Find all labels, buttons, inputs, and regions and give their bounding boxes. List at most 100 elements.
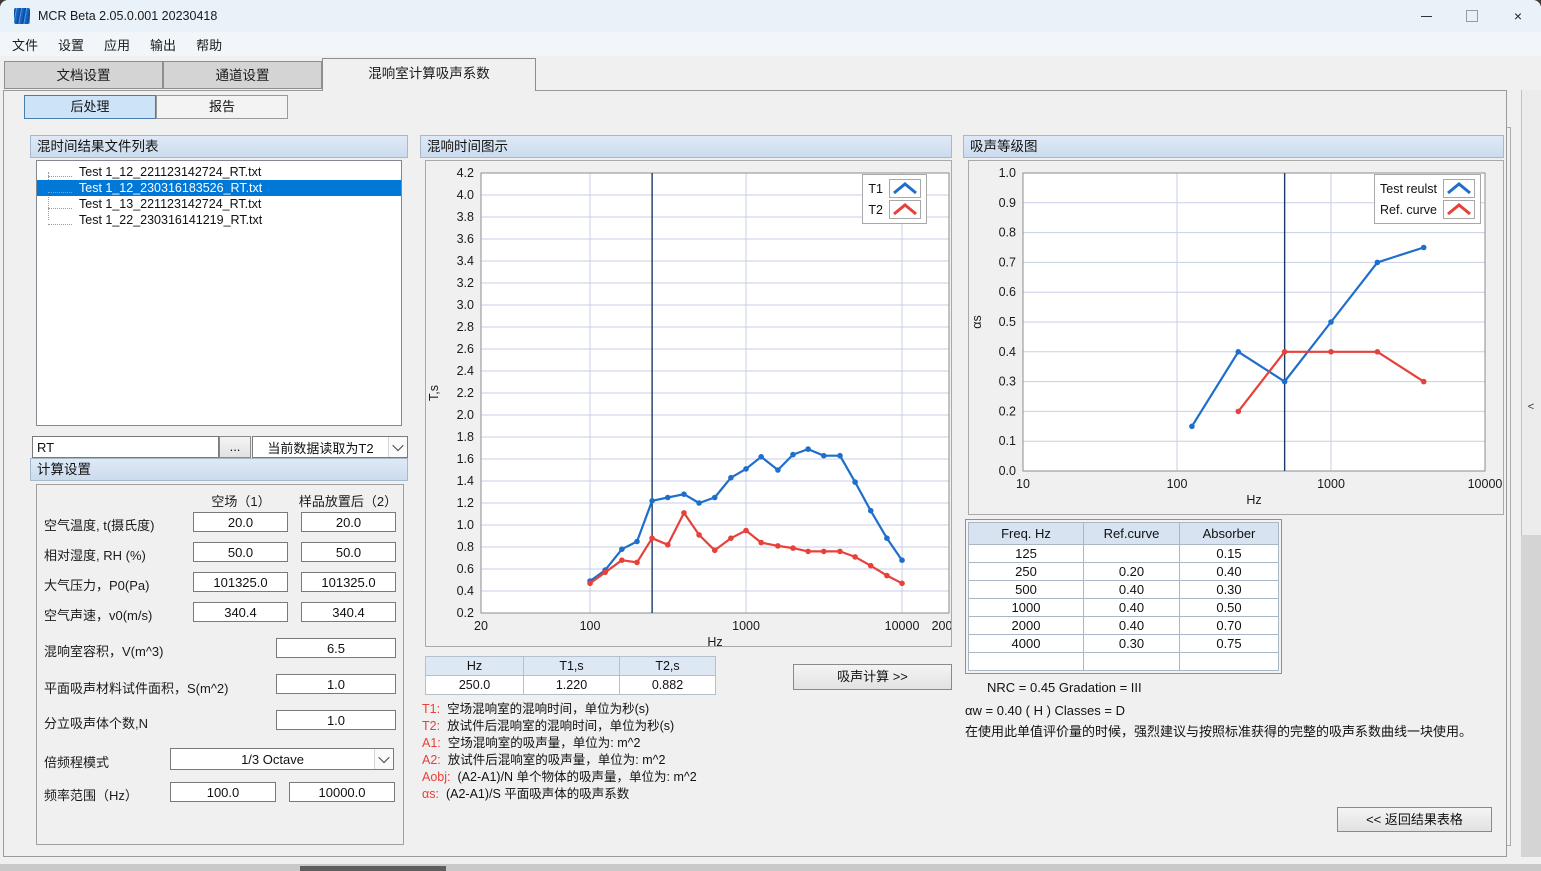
svg-text:0.2: 0.2 bbox=[457, 606, 474, 620]
room-volume-field[interactable] bbox=[276, 638, 396, 658]
minimize-button[interactable] bbox=[1403, 0, 1449, 32]
col-header-hz: Hz bbox=[426, 657, 524, 676]
air-temp-field-1[interactable] bbox=[193, 512, 288, 532]
legend-label-t1: T1 bbox=[868, 182, 883, 196]
svg-text:0.8: 0.8 bbox=[457, 540, 474, 554]
maximize-icon bbox=[1466, 10, 1478, 22]
def-term: Aobj: bbox=[422, 770, 451, 784]
pressure-field-2[interactable] bbox=[301, 572, 396, 592]
aw-result-text: αw = 0.40 ( H ) Classes = D bbox=[965, 703, 1125, 718]
list-item-file[interactable]: Test 1_12_221123142724_RT.txt bbox=[37, 164, 401, 180]
collapse-panel-button[interactable]: < bbox=[1523, 398, 1539, 416]
svg-text:0.6: 0.6 bbox=[457, 562, 474, 576]
svg-text:4.0: 4.0 bbox=[457, 188, 474, 202]
def-text: 空场混响室的混响时间，单位为秒(s) bbox=[447, 702, 649, 716]
bottom-edge bbox=[0, 864, 1541, 871]
absorber-count-field[interactable] bbox=[276, 710, 396, 730]
def-text: (A2-A1)/N 单个物体的吸声量，单位为: m^2 bbox=[458, 770, 697, 784]
file-name: Test 1_12_230316183526_RT.txt bbox=[79, 181, 262, 195]
calc-settings-header: 计算设置 bbox=[30, 458, 408, 481]
maximize-button[interactable] bbox=[1449, 0, 1495, 32]
close-icon: × bbox=[1514, 8, 1522, 24]
sample-area-label: 平面吸声材料试件面积，S(m^2) bbox=[44, 678, 229, 697]
svg-text:3.0: 3.0 bbox=[457, 298, 474, 312]
subtab-report[interactable]: 报告 bbox=[156, 95, 288, 119]
cell: 4000 bbox=[969, 635, 1084, 653]
cell: 0.50 bbox=[1180, 599, 1279, 617]
cell: 1000 bbox=[969, 599, 1084, 617]
combo-dropdown[interactable] bbox=[388, 437, 407, 457]
humidity-field-1[interactable] bbox=[193, 542, 288, 562]
close-button[interactable]: × bbox=[1495, 0, 1541, 32]
usage-note-text: 在使用此单值评价量的时候，强烈建议与按照标准获得的完整的吸声系数曲线一块使用。 bbox=[965, 721, 1472, 740]
tab-channel-settings[interactable]: 通道设置 bbox=[163, 61, 322, 89]
legend-label-t2: T2 bbox=[868, 203, 883, 217]
svg-text:10000: 10000 bbox=[885, 619, 920, 633]
svg-text:0.3: 0.3 bbox=[999, 375, 1016, 389]
cell: 500 bbox=[969, 581, 1084, 599]
cell bbox=[1084, 545, 1180, 563]
cell: 0.40 bbox=[1084, 617, 1180, 635]
humidity-label: 相对湿度, RH (%) bbox=[44, 545, 146, 564]
freq-max-field[interactable] bbox=[289, 782, 395, 802]
svg-text:10000: 10000 bbox=[1468, 477, 1503, 491]
col-header-absorber: Absorber bbox=[1180, 523, 1279, 545]
menu-file[interactable]: 文件 bbox=[2, 32, 48, 57]
title-bar: MCR Beta 2.05.0.001 20230418 × bbox=[0, 0, 1541, 32]
tab-document-settings[interactable]: 文档设置 bbox=[4, 61, 163, 89]
cell-freq: 250.0 bbox=[426, 676, 524, 695]
menu-settings[interactable]: 设置 bbox=[48, 32, 94, 57]
svg-text:2.6: 2.6 bbox=[457, 342, 474, 356]
svg-text:T,s: T,s bbox=[427, 385, 441, 401]
file-name: Test 1_22_230316141219_RT.txt bbox=[79, 213, 262, 227]
octave-mode-value: 1/3 Octave bbox=[171, 752, 374, 767]
list-item-file-selected[interactable]: Test 1_12_230316183526_RT.txt bbox=[37, 180, 401, 196]
cell: 250 bbox=[969, 563, 1084, 581]
menu-application[interactable]: 应用 bbox=[94, 32, 140, 57]
menu-output[interactable]: 输出 bbox=[140, 32, 186, 57]
list-item-file[interactable]: Test 1_22_230316141219_RT.txt bbox=[37, 212, 401, 228]
octave-mode-combo[interactable]: 1/3 Octave bbox=[170, 748, 394, 770]
rt-result-table: Hz T1,s T2,s 250.0 1.220 0.882 bbox=[425, 656, 716, 695]
side-panel-lower bbox=[1521, 535, 1541, 857]
svg-text:20: 20 bbox=[474, 619, 488, 633]
data-read-combo[interactable]: 当前数据读取为T2 bbox=[252, 436, 408, 458]
pressure-field-1[interactable] bbox=[193, 572, 288, 592]
legend-label-test-result: Test reulst bbox=[1380, 182, 1437, 196]
cell: 125 bbox=[969, 545, 1084, 563]
sample-area-field[interactable] bbox=[276, 674, 396, 694]
cell: 0.40 bbox=[1180, 563, 1279, 581]
menu-help[interactable]: 帮助 bbox=[186, 32, 232, 57]
absorption-calc-button[interactable]: 吸声计算 >> bbox=[793, 664, 952, 690]
svg-text:3.2: 3.2 bbox=[457, 276, 474, 290]
sound-speed-field-2[interactable] bbox=[301, 602, 396, 622]
humidity-field-2[interactable] bbox=[301, 542, 396, 562]
col-header-freq: Freq. Hz bbox=[969, 523, 1084, 545]
subtab-postprocess[interactable]: 后处理 bbox=[24, 95, 156, 119]
minimize-icon bbox=[1421, 16, 1432, 17]
table-row bbox=[969, 653, 1279, 671]
freq-min-field[interactable] bbox=[170, 782, 276, 802]
rt-chart-legend: T1 T2 bbox=[862, 174, 927, 224]
list-item-file[interactable]: Test 1_13_221123142724_RT.txt bbox=[37, 196, 401, 212]
svg-text:αs: αs bbox=[970, 315, 984, 328]
air-temp-field-2[interactable] bbox=[301, 512, 396, 532]
rt-chart-container: 0.20.40.60.81.01.21.41.61.82.02.22.42.62… bbox=[425, 160, 952, 647]
definitions-block: T1:空场混响室的混响时间，单位为秒(s) T2:放试件后混响室的混响时间，单位… bbox=[422, 701, 697, 803]
svg-text:3.8: 3.8 bbox=[457, 210, 474, 224]
nrc-result-text: NRC = 0.45 Gradation = III bbox=[987, 680, 1142, 695]
svg-text:2.2: 2.2 bbox=[457, 386, 474, 400]
table-row: 10000.400.50 bbox=[969, 599, 1279, 617]
back-to-results-button[interactable]: << 返回结果表格 bbox=[1337, 807, 1492, 832]
def-text: 空场混响室的吸声量，单位为: m^2 bbox=[448, 736, 641, 750]
table-row: 20000.400.70 bbox=[969, 617, 1279, 635]
tab-reverb-absorption[interactable]: 混响室计算吸声系数 bbox=[322, 58, 536, 91]
browse-button[interactable]: ... bbox=[219, 436, 251, 458]
svg-text:0.8: 0.8 bbox=[999, 226, 1016, 240]
rt-name-input[interactable] bbox=[32, 436, 219, 458]
svg-text:0.5: 0.5 bbox=[999, 315, 1016, 329]
combo-dropdown[interactable] bbox=[374, 749, 393, 769]
menu-bar: 文件 设置 应用 输出 帮助 bbox=[0, 32, 1541, 56]
file-name: Test 1_13_221123142724_RT.txt bbox=[79, 197, 261, 211]
sound-speed-field-1[interactable] bbox=[193, 602, 288, 622]
